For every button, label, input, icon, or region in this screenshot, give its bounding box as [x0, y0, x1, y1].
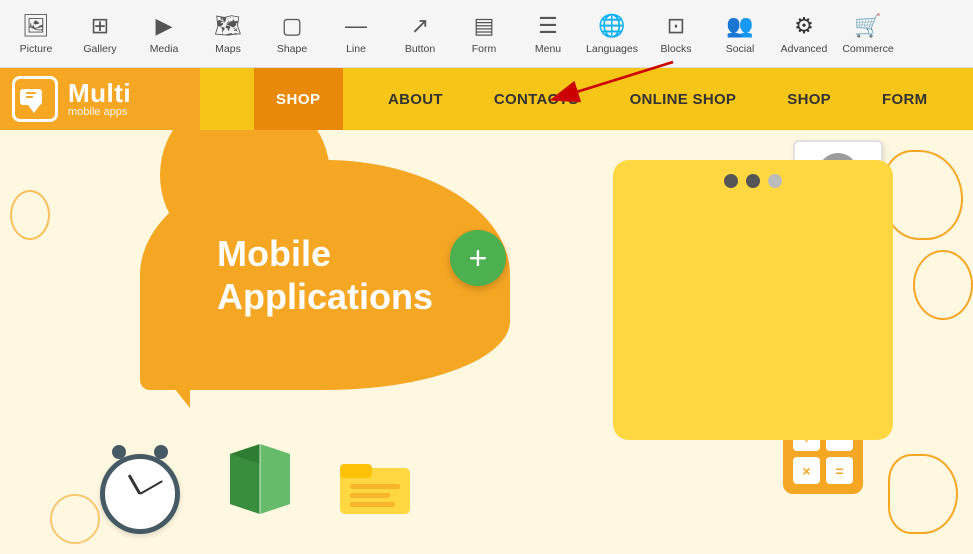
tool-menu[interactable]: ☰ Menu — [516, 4, 580, 64]
tool-advanced-label: Advanced — [781, 43, 828, 55]
deco-blob-5 — [10, 190, 50, 240]
hero-line2: Applications — [217, 276, 433, 317]
dot-1 — [724, 174, 738, 188]
tool-button-label: Button — [405, 43, 435, 55]
picture-icon: 🖼 — [22, 13, 50, 39]
shop-active-tab[interactable]: SHOP — [254, 68, 343, 130]
maps-icon: 🗺 — [214, 13, 242, 39]
speech-bubble: Mobile Applications — [140, 160, 510, 390]
tool-picture[interactable]: 🖼 Picture — [4, 4, 68, 64]
blocks-icon: ⊡ — [667, 13, 685, 39]
tool-media-label: Media — [150, 43, 179, 55]
tool-shape-label: Shape — [277, 43, 307, 55]
clock-hour-hand — [128, 474, 142, 495]
brand-icon — [12, 76, 58, 122]
line-icon: — — [345, 13, 367, 39]
tool-maps-label: Maps — [215, 43, 241, 55]
tool-form[interactable]: ▤ Form — [452, 4, 516, 64]
deco-blob-3 — [888, 454, 958, 534]
brand-sub: mobile apps — [68, 106, 131, 118]
gallery-icon: ⊞ — [91, 13, 109, 39]
tool-blocks-label: Blocks — [661, 43, 692, 55]
phone-dots — [724, 174, 782, 188]
tool-languages[interactable]: 🌐 Languages — [580, 4, 644, 64]
menu-icon: ☰ — [538, 13, 558, 39]
social-icon: 👥 — [726, 13, 753, 39]
map-icon — [220, 444, 300, 514]
clock-minute-hand — [140, 480, 164, 495]
hero-text: Mobile Applications — [187, 212, 463, 338]
nav-shop[interactable]: SHOP — [779, 91, 839, 108]
brand-text: Multi mobile apps — [68, 80, 131, 118]
deco-blob-1 — [883, 150, 963, 240]
shape-icon: ▢ — [282, 13, 303, 39]
toolbar: 🖼 Picture ⊞ Gallery ▶ Media 🗺 Maps ▢ Sha… — [0, 0, 973, 68]
nav-form[interactable]: FORM — [874, 91, 935, 108]
tool-commerce[interactable]: 🛒 Commerce — [836, 4, 900, 64]
phone-screen — [613, 160, 893, 440]
bubble-tail — [170, 383, 190, 408]
languages-icon: 🌐 — [598, 13, 625, 39]
media-icon: ▶ — [156, 13, 173, 39]
folder-icon — [340, 456, 410, 514]
tool-languages-label: Languages — [586, 43, 638, 55]
phone-area — [593, 140, 893, 450]
tool-gallery-label: Gallery — [83, 43, 116, 55]
tool-media[interactable]: ▶ Media — [132, 4, 196, 64]
tool-shape[interactable]: ▢ Shape — [260, 4, 324, 64]
tool-advanced[interactable]: ⚙ Advanced — [772, 4, 836, 64]
dot-2 — [746, 174, 760, 188]
tool-button[interactable]: ↗ Button — [388, 4, 452, 64]
nav-circle-deco — [204, 74, 254, 124]
tool-form-label: Form — [472, 43, 497, 55]
add-button[interactable]: + — [450, 230, 506, 286]
commerce-icon: 🛒 — [854, 13, 881, 39]
hero-line1: Mobile — [217, 233, 331, 274]
tool-line-label: Line — [346, 43, 366, 55]
nav-contacts[interactable]: CONTACTS — [486, 91, 587, 108]
tool-blocks[interactable]: ⊡ Blocks — [644, 4, 708, 64]
tool-social-label: Social — [726, 43, 755, 55]
calc-multiply: × — [793, 457, 820, 484]
deco-blob-2 — [913, 250, 973, 320]
advanced-icon: ⚙ — [794, 13, 814, 39]
tool-commerce-label: Commerce — [842, 43, 893, 55]
navbar: Multi mobile apps SHOP ABOUT CONTACTS ON… — [0, 68, 973, 130]
clock-bell-right — [154, 445, 168, 459]
button-icon: ↗ — [411, 13, 429, 39]
tool-line[interactable]: — Line — [324, 4, 388, 64]
brand: Multi mobile apps — [0, 68, 200, 130]
brand-name: Multi — [68, 80, 131, 106]
dot-3 — [768, 174, 782, 188]
tool-menu-label: Menu — [535, 43, 561, 55]
clock-bells — [112, 445, 168, 459]
nav-links: ABOUT CONTACTS ONLINE SHOP SHOP FORM — [343, 68, 973, 130]
tool-gallery[interactable]: ⊞ Gallery — [68, 4, 132, 64]
main-content: Mobile Applications + — [0, 130, 973, 554]
nav-online-shop[interactable]: ONLINE SHOP — [622, 91, 745, 108]
tool-picture-label: Picture — [20, 43, 53, 55]
clock-bell-left — [112, 445, 126, 459]
calc-equals: = — [826, 457, 853, 484]
tool-maps[interactable]: 🗺 Maps — [196, 4, 260, 64]
tool-social[interactable]: 👥 Social — [708, 4, 772, 64]
clock-icon — [100, 454, 180, 534]
nav-about[interactable]: ABOUT — [380, 91, 451, 108]
deco-blob-4 — [50, 494, 100, 544]
form-icon: ▤ — [474, 13, 495, 39]
